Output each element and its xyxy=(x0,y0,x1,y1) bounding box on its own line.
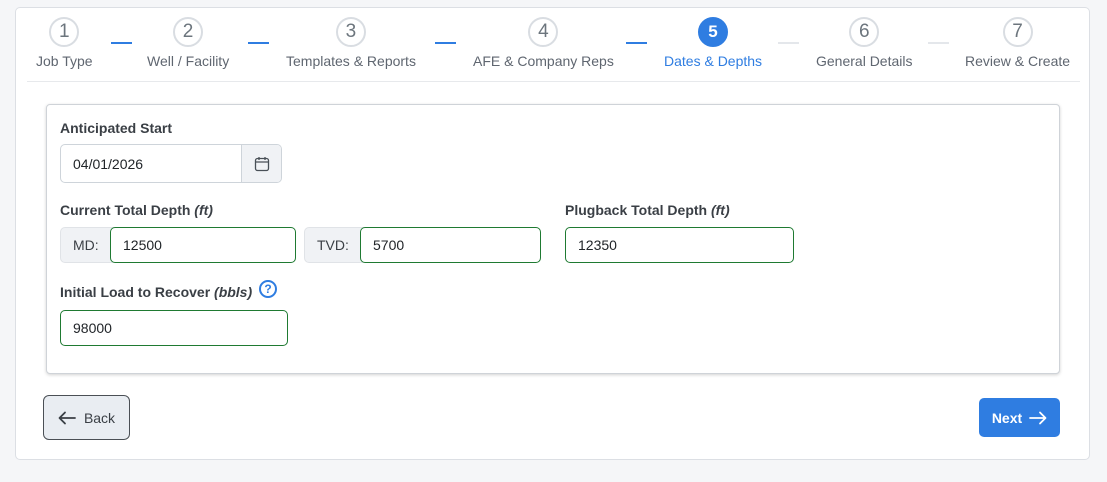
step-dates-depths[interactable]: 5 Dates & Depths xyxy=(664,17,762,69)
md-addon: MD: xyxy=(60,227,115,263)
step-well-facility[interactable]: 2 Well / Facility xyxy=(147,17,229,69)
step-connector xyxy=(778,42,799,44)
md-input[interactable]: 12500 xyxy=(110,227,296,263)
current-total-depth-label: Current Total Depth (ft) xyxy=(60,202,213,218)
step-connector xyxy=(111,42,132,44)
step-afe-company-reps[interactable]: 4 AFE & Company Reps xyxy=(473,17,614,69)
step-label: Templates & Reports xyxy=(286,53,416,69)
step-number: 7 xyxy=(1002,17,1033,47)
step-general-details[interactable]: 6 General Details xyxy=(816,17,913,69)
step-label: Well / Facility xyxy=(147,53,230,69)
arrow-right-icon xyxy=(1029,411,1047,424)
plugback-total-depth-text: Plugback Total Depth xyxy=(565,202,708,218)
step-label: General Details xyxy=(816,53,913,69)
step-number: 3 xyxy=(335,17,366,47)
wizard-card: 1 Job Type 2 Well / Facility 3 Templates… xyxy=(15,7,1090,460)
initial-load-label: Initial Load to Recover (bbls) xyxy=(60,284,252,300)
initial-load-unit: (bbls) xyxy=(214,284,253,300)
initial-load-text: Initial Load to Recover xyxy=(60,284,211,300)
stepper-divider xyxy=(27,81,1080,82)
dates-depths-panel: Anticipated Start 04/01/2026 Current Tot… xyxy=(46,104,1060,374)
step-number: 4 xyxy=(528,17,559,47)
step-connector xyxy=(928,42,949,44)
step-connector xyxy=(435,42,456,44)
step-connector xyxy=(248,42,269,44)
step-label: Dates & Depths xyxy=(664,53,763,69)
calendar-button[interactable] xyxy=(241,145,281,182)
tvd-input[interactable]: 5700 xyxy=(360,227,541,263)
step-review-create[interactable]: 7 Review & Create xyxy=(965,17,1070,69)
step-number: 2 xyxy=(173,17,204,47)
step-label: Review & Create xyxy=(965,53,1071,69)
calendar-icon xyxy=(254,156,269,171)
step-number: 6 xyxy=(849,17,880,47)
plugback-total-depth-label: Plugback Total Depth (ft) xyxy=(565,202,730,218)
step-number: 5 xyxy=(698,17,729,47)
step-job-type[interactable]: 1 Job Type xyxy=(36,17,93,69)
plugback-total-depth-input[interactable]: 12350 xyxy=(565,227,794,263)
step-number: 1 xyxy=(49,17,80,47)
current-total-depth-text: Current Total Depth xyxy=(60,202,191,218)
initial-load-input[interactable]: 98000 xyxy=(60,310,288,346)
step-label: AFE & Company Reps xyxy=(473,53,614,69)
step-templates-reports[interactable]: 3 Templates & Reports xyxy=(286,17,416,69)
anticipated-start-input[interactable]: 04/01/2026 xyxy=(61,145,241,182)
next-button[interactable]: Next xyxy=(979,398,1060,437)
plugback-total-depth-unit: (ft) xyxy=(710,202,730,218)
current-total-depth-unit: (ft) xyxy=(194,202,213,218)
anticipated-start-date-picker: 04/01/2026 xyxy=(60,144,282,183)
step-connector xyxy=(626,42,647,44)
wizard-stepper: 1 Job Type 2 Well / Facility 3 Templates… xyxy=(16,8,1091,82)
back-button-label: Back xyxy=(83,409,116,426)
tvd-addon: TVD: xyxy=(304,227,366,263)
step-label: Job Type xyxy=(36,53,93,69)
help-icon[interactable]: ? xyxy=(259,280,277,298)
anticipated-start-label: Anticipated Start xyxy=(60,120,173,136)
next-button-label: Next xyxy=(991,409,1023,426)
back-button[interactable]: Back xyxy=(43,395,130,440)
arrow-left-icon xyxy=(58,411,76,424)
